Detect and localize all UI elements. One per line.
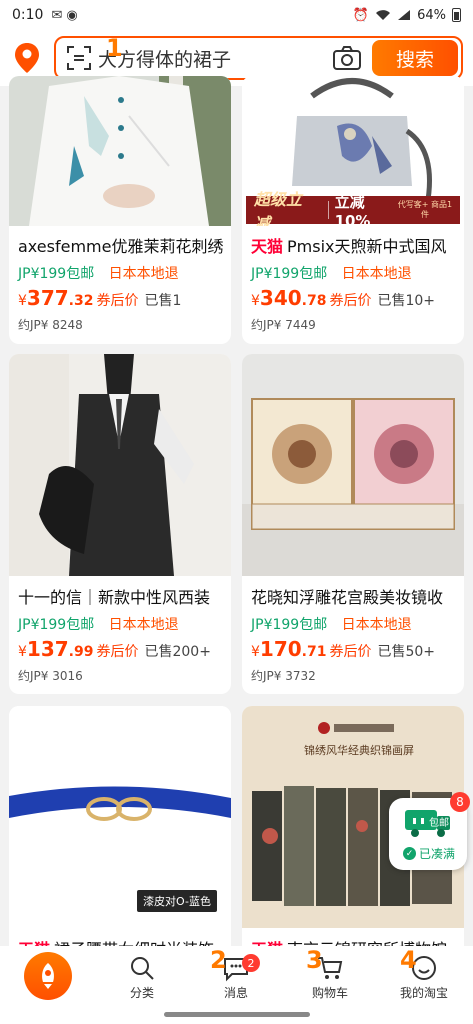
free-shipping-tag: 包邮 <box>429 818 449 829</box>
product-image[interactable] <box>9 354 231 576</box>
product-image[interactable]: 超级立减 立减10% 代写客+ 商品1件 <box>242 76 464 226</box>
sold-count: 已售200+ <box>144 644 211 660</box>
image-caption: 锦绣风华经典织锦画屏 <box>304 744 414 757</box>
nav-home-button[interactable] <box>24 952 72 1000</box>
message-badge: 2 <box>242 954 260 972</box>
nav-item-cart[interactable]: 购物车 3 <box>290 946 370 1006</box>
nav-item-messages[interactable]: 消息 2 2 <box>196 946 276 1006</box>
product-title[interactable]: 花晓知浮雕花宫殿美妆镜收 <box>251 584 458 608</box>
float-cart-count: 8 <box>450 792 470 812</box>
return-tag: 日本本地退 <box>108 617 179 633</box>
nav-label: 分类 <box>129 986 154 1000</box>
product-image[interactable]: 漆皮对O-蓝色 <box>9 706 231 928</box>
check-icon: ✓ <box>403 847 416 860</box>
product-image[interactable] <box>242 354 464 576</box>
product-card[interactable]: axesfemme优雅茉莉花刺绣 JP¥199包邮 日本本地退 ¥377.32 券… <box>9 76 231 344</box>
approx-price: 约JP¥ 7449 <box>251 318 316 332</box>
shipping-tag: JP¥199包邮 <box>251 617 328 633</box>
alarm-icon: ⏰ <box>352 7 370 23</box>
tmall-tag: 天猫 <box>251 237 284 256</box>
camera-icon[interactable] <box>332 45 362 71</box>
product-tags: JP¥199包邮 日本本地退 <box>18 614 179 634</box>
status-right: ⏰ 64% <box>353 8 461 23</box>
product-price: ¥340.78 券后价 已售10+ <box>251 286 436 310</box>
gesture-home-bar[interactable] <box>164 1012 310 1017</box>
nav-label: 消息 <box>223 986 248 1000</box>
return-tag: 日本本地退 <box>341 617 412 633</box>
marker-1: 1 <box>106 34 123 62</box>
promo-divider <box>327 201 329 219</box>
mail-icon: ✉ <box>51 7 63 23</box>
search-input[interactable]: 大方得体的裙子 <box>98 45 332 72</box>
location-pin-icon[interactable] <box>10 38 44 78</box>
variant-label: 漆皮对O-蓝色 <box>137 890 217 912</box>
product-tags: JP¥199包邮 日本本地退 <box>18 263 179 283</box>
search-box[interactable]: 大方得体的裙子 搜索 1 <box>54 34 463 80</box>
nav-label: 购物车 <box>311 986 348 1000</box>
search-button[interactable]: 搜索 <box>372 40 458 76</box>
screen: 0:10 ✉ ◉ ⏰ 64% 大方得体的裙子 搜索 1 axesfemme优雅茉… <box>0 0 473 1024</box>
float-cart-widget[interactable]: 包邮 8 ✓ 已凑满 <box>389 792 470 870</box>
battery-percent: 64% <box>417 7 446 23</box>
product-card[interactable]: 花晓知浮雕花宫殿美妆镜收 JP¥199包邮 日本本地退 ¥170.71 券后价 已售… <box>242 354 464 694</box>
product-title[interactable]: 天猫 Pmsix天煦新中式国风 <box>251 233 458 257</box>
status-time: 0:10 <box>12 7 44 23</box>
product-title[interactable]: axesfemme优雅茉莉花刺绣 <box>18 233 225 257</box>
signal-icon <box>397 9 411 21</box>
approx-price: 约JP¥ 3732 <box>251 669 316 683</box>
product-card[interactable]: 漆皮对O-蓝色 天猫裙子腰带女细时尚装饰 <box>9 706 231 966</box>
rocket-icon <box>42 963 54 989</box>
wifi-icon <box>375 9 391 21</box>
marker-2: 2 <box>210 946 227 974</box>
category-search-icon <box>131 957 154 980</box>
approx-price: 约JP¥ 8248 <box>18 318 83 332</box>
shipping-tag: JP¥199包邮 <box>18 266 95 282</box>
product-price: ¥170.71 券后价 已售50+ <box>251 637 436 661</box>
return-tag: 日本本地退 <box>108 266 179 282</box>
shipping-tag: JP¥199包邮 <box>18 617 95 633</box>
bottom-nav: 分类 消息 2 2 购物车 3 我的淘宝 4 <box>0 946 473 1024</box>
product-tags: JP¥199包邮 日本本地退 <box>251 263 412 283</box>
float-cart-status: ✓ 已凑满 <box>403 845 455 862</box>
product-title[interactable]: 十一的信｜新款中性风西装 <box>18 584 225 608</box>
app-notification-icon: ◉ <box>66 7 78 23</box>
product-card[interactable]: 十一的信｜新款中性风西装 JP¥199包邮 日本本地退 ¥137.99 券后价 已售… <box>9 354 231 694</box>
battery-icon <box>452 8 461 22</box>
product-price: ¥377.32 券后价 已售1 <box>18 286 182 310</box>
marker-3: 3 <box>306 946 323 974</box>
promo-note: 代写客+ 商品1件 <box>397 200 453 219</box>
sold-count: 已售1 <box>144 293 182 309</box>
sold-count: 已售10+ <box>377 293 436 309</box>
promo-badge: 超级立减 立减10% 代写客+ 商品1件 <box>246 190 460 226</box>
promo-label: 超级立减 <box>254 190 303 226</box>
product-image[interactable] <box>9 76 231 226</box>
marker-4: 4 <box>400 946 417 974</box>
promo-discount: 立减10% <box>334 192 371 227</box>
nav-label: 我的淘宝 <box>399 986 448 1000</box>
product-price: ¥137.99 券后价 已售200+ <box>18 637 211 661</box>
nav-item-category[interactable]: 分类 <box>102 946 182 1006</box>
scan-icon[interactable] <box>66 45 92 71</box>
approx-price: 约JP¥ 3016 <box>18 669 83 683</box>
sold-count: 已售50+ <box>377 644 436 660</box>
return-tag: 日本本地退 <box>341 266 412 282</box>
status-bar: 0:10 ✉ ◉ ⏰ 64% <box>0 0 473 30</box>
product-tags: JP¥199包邮 日本本地退 <box>251 614 412 634</box>
nav-item-profile[interactable]: 我的淘宝 4 <box>384 946 464 1006</box>
product-card[interactable]: 超级立减 立减10% 代写客+ 商品1件 天猫 Pmsix天煦新中式国风 JP¥1… <box>242 76 464 344</box>
shipping-tag: JP¥199包邮 <box>251 266 328 282</box>
